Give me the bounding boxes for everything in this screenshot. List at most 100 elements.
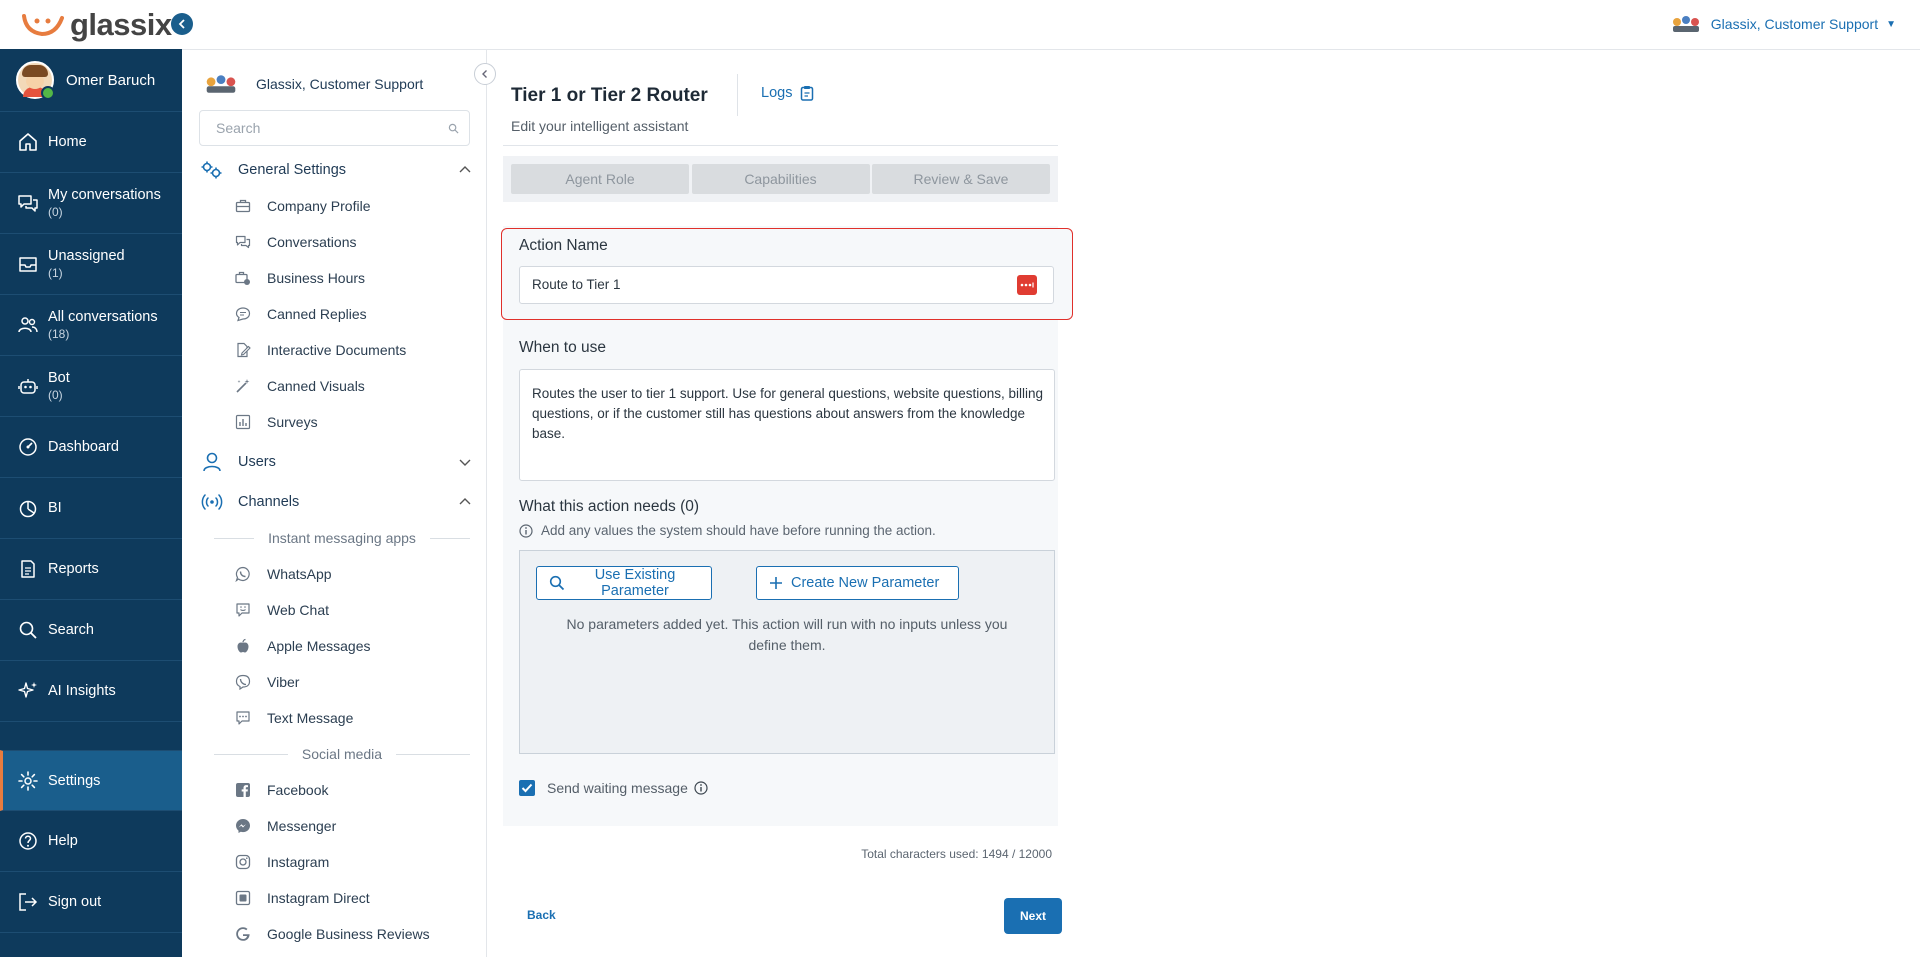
sidebar-item-label: Google Business Reviews: [267, 926, 430, 942]
sms-icon: [234, 709, 252, 727]
nav-item-all-conversations[interactable]: All conversations (18): [0, 295, 182, 356]
nav-label: Settings: [48, 772, 101, 789]
sidebar-item-instagram[interactable]: Instagram: [182, 844, 486, 880]
parameters-box: Use Existing Parameter Create New Parame…: [519, 550, 1055, 754]
nav-item-unassigned[interactable]: Unassigned (1): [0, 234, 182, 295]
robot-icon: [16, 374, 40, 398]
action-name-section: Action Name Route to Tier 1: [501, 228, 1073, 320]
app-logo[interactable]: glassix: [0, 0, 182, 49]
send-waiting-label: Send waiting message: [547, 780, 688, 796]
section-label: General Settings: [238, 162, 347, 178]
nav-count: (18): [48, 327, 70, 341]
logs-link[interactable]: Logs: [761, 85, 814, 101]
nav-item-search[interactable]: Search: [0, 600, 182, 661]
create-new-label: Create New Parameter: [791, 575, 940, 591]
nav-count: (0): [48, 388, 63, 402]
nav-label: Help: [48, 833, 78, 849]
section-channels[interactable]: Channels: [182, 484, 486, 520]
web-chat-icon: [234, 601, 252, 619]
nav-item-reports[interactable]: Reports: [0, 539, 182, 600]
chevron-left-icon: [482, 70, 487, 78]
sidebar-item-web-chat[interactable]: Web Chat: [182, 592, 486, 628]
parameters-empty-state: No parameters added yet. This action wil…: [566, 616, 1008, 653]
action-name-value: Route to Tier 1: [532, 277, 621, 292]
nav-item-ai-insights[interactable]: AI Insights: [0, 661, 182, 722]
chevron-up-icon: [459, 166, 471, 173]
messenger-icon: [234, 817, 252, 835]
create-new-parameter-button[interactable]: Create New Parameter: [756, 566, 959, 600]
step-agent-role[interactable]: Agent Role: [511, 164, 689, 194]
when-to-use-textarea[interactable]: Routes the user to tier 1 support. Use f…: [519, 369, 1055, 481]
nav-item-settings[interactable]: Settings: [0, 750, 182, 811]
sidebar-item-label: Interactive Documents: [267, 342, 407, 358]
sidebar-item-label: Conversations: [267, 234, 357, 250]
password-manager-icon[interactable]: [1017, 275, 1037, 295]
send-waiting-checkbox[interactable]: [519, 780, 535, 796]
step-review-save[interactable]: Review & Save: [872, 164, 1050, 194]
wizard-steps: Agent Role Capabilities Review & Save: [503, 156, 1058, 202]
nav-item-bot[interactable]: Bot (0): [0, 356, 182, 417]
info-icon[interactable]: [694, 781, 708, 795]
nav-item-home[interactable]: Home: [0, 112, 182, 173]
sidebar-item-facebook[interactable]: Facebook: [182, 772, 486, 808]
collapse-sidebar-button[interactable]: [474, 63, 496, 85]
sidebar-item-business-hours[interactable]: Business Hours: [182, 260, 486, 296]
sidebar-item-label: Surveys: [267, 414, 318, 430]
glassix-logo-icon: [22, 13, 64, 36]
chevron-left-icon: [178, 19, 185, 29]
checkmark-icon: [521, 783, 533, 793]
nav-item-help[interactable]: Help: [0, 811, 182, 872]
sidebar-item-canned-visuals[interactable]: Canned Visuals: [182, 368, 486, 404]
sidebar-item-conversations[interactable]: Conversations: [182, 224, 486, 260]
org-name: Glassix, Customer Support: [1710, 16, 1879, 32]
use-existing-label: Use Existing Parameter: [594, 567, 676, 599]
sidebar-item-canned-replies[interactable]: Canned Replies: [182, 296, 486, 332]
document-edit-icon: [234, 341, 252, 359]
use-existing-parameter-button[interactable]: Use Existing Parameter: [536, 566, 712, 600]
sidebar-item-viber[interactable]: Viber: [182, 664, 486, 700]
sidebar-item-label: Instagram: [267, 854, 330, 870]
sidebar-item-label: Apple Messages: [267, 638, 371, 654]
nav-item-bi[interactable]: BI: [0, 478, 182, 539]
collapse-nav-button[interactable]: [171, 13, 193, 35]
gear-icon: [16, 769, 40, 793]
user-profile[interactable]: Omer Baruch: [0, 49, 182, 112]
sidebar-item-messenger[interactable]: Messenger: [182, 808, 486, 844]
nav-label: Unassigned: [48, 248, 125, 264]
main-content: Tier 1 or Tier 2 Router Logs Edit your i…: [487, 50, 1920, 957]
nav-item-my-conversations[interactable]: My conversations (0): [0, 173, 182, 234]
sidebar-item-label: Text Message: [267, 710, 354, 726]
settings-search-input[interactable]: Search: [199, 110, 470, 146]
instagram-direct-icon: [234, 889, 252, 907]
next-button[interactable]: Next: [1004, 898, 1062, 934]
nav-item-dashboard[interactable]: Dashboard: [0, 417, 182, 478]
org-switcher[interactable]: Glassix, Customer Support ▼: [1671, 14, 1896, 34]
sidebar-item-text-message[interactable]: Text Message: [182, 700, 486, 736]
step-capabilities[interactable]: Capabilities: [691, 164, 870, 194]
page-subtitle: Edit your intelligent assistant: [511, 118, 689, 134]
sidebar-item-whatsapp[interactable]: WhatsApp: [182, 556, 486, 592]
action-needs-label: What this action needs (0): [519, 498, 700, 515]
sidebar-item-interactive-documents[interactable]: Interactive Documents: [182, 332, 486, 368]
back-button[interactable]: Back: [527, 908, 556, 922]
section-label: Users: [238, 454, 276, 470]
action-name-label: Action Name: [519, 237, 608, 254]
inbox-icon: [16, 252, 40, 276]
whatsapp-icon: [234, 565, 252, 583]
send-waiting-message-option[interactable]: Send waiting message: [519, 780, 708, 796]
caret-down-icon: ▼: [1886, 18, 1896, 30]
sidebar-item-company-profile[interactable]: Company Profile: [182, 188, 486, 224]
nav-label: Home: [48, 134, 87, 150]
nav-item-sign-out[interactable]: Sign out: [0, 872, 182, 933]
search-icon: [549, 575, 565, 591]
section-users[interactable]: Users: [182, 444, 486, 480]
sidebar-item-instagram-direct[interactable]: Instagram Direct: [182, 880, 486, 916]
action-name-input[interactable]: Route to Tier 1: [519, 266, 1054, 304]
org-logo-icon: [206, 75, 236, 93]
section-general-settings[interactable]: General Settings: [182, 152, 486, 188]
sidebar-item-apple-messages[interactable]: Apple Messages: [182, 628, 486, 664]
sidebar-item-surveys[interactable]: Surveys: [182, 404, 486, 440]
nav-label: Sign out: [48, 894, 102, 910]
sidebar-item-google-business-reviews[interactable]: Google Business Reviews: [182, 916, 486, 952]
when-to-use-value: Routes the user to tier 1 support. Use f…: [532, 386, 1044, 441]
